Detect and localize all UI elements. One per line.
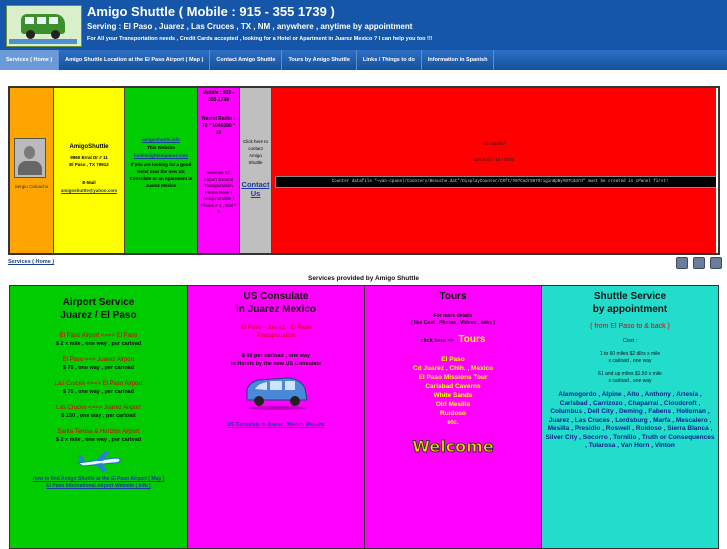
pdf-icon[interactable] xyxy=(676,257,688,269)
minivan-icon xyxy=(246,377,308,410)
consulate-title-2: in Juarez Mexico xyxy=(235,304,317,315)
shuttle-rate-2a: 61 and up miles $1.50 x mile xyxy=(598,371,662,377)
shuttle-rate-1b: x carload , one way xyxy=(608,358,652,364)
shuttle-title-2: by appointment xyxy=(592,304,668,315)
site-header: Amigo Shuttle ( Mobile : 915 - 355 1739 … xyxy=(0,0,727,50)
shuttle-cities: Alamogordo , Alpine , Alto , Anthony , A… xyxy=(545,391,715,449)
nav-tours[interactable]: Tours by Amigo Shuttle xyxy=(282,50,357,70)
site-link[interactable]: amigoshuttle.info xyxy=(125,137,197,142)
contact-us-link[interactable]: Contact Us xyxy=(241,180,270,198)
tours-details-1: For more details xyxy=(433,313,473,319)
shuttle-service-column: Shuttle Service by appointment ( from El… xyxy=(542,286,718,548)
services-heading: Services provided by Amigo Shuttle xyxy=(307,275,419,282)
nav-contact[interactable]: Contact Amigo Shuttle xyxy=(210,50,283,70)
nav-services-home[interactable]: Services ( Home ) xyxy=(0,50,60,70)
consulate-title-1: US Consulate xyxy=(243,291,309,302)
photo-cell: Sergio Camacho xyxy=(10,88,54,253)
hit-counter-error: Counter datafile "~van-cpanel/Counters/B… xyxy=(275,176,716,188)
airport-route: El Paso Airport <==> El Paso xyxy=(59,333,138,339)
tour-place: El Paso xyxy=(441,356,465,363)
airport-title-1: Airport Service xyxy=(62,297,135,308)
website-cell: amigoshuttle.info This Website hotelsnig… xyxy=(125,88,198,253)
nav-spanish[interactable]: Information in Spanish xyxy=(422,50,495,70)
tours-link[interactable]: Tours xyxy=(458,334,485,345)
contact-cell: Click here to contact Amigo Shuttle Cont… xyxy=(240,88,272,253)
airport-route: Las Cruces <==> El Paso Airport xyxy=(54,381,143,387)
van-icon xyxy=(21,14,65,39)
airport-price: $ 2 x mile , one way , per carload xyxy=(55,341,142,347)
welcome-graphic: Welcome xyxy=(412,437,494,457)
site-title: Amigo Shuttle ( Mobile : 915 - 355 1739 … xyxy=(87,4,335,19)
airport-route: Santa Teresa & Horizon Airport xyxy=(57,429,140,435)
logo-van-image xyxy=(6,5,82,47)
hit-counter-since: Since 01 / 10 / 2009 xyxy=(473,157,515,162)
consulate-route-1: El Paso - Juarez - El Paso xyxy=(240,325,312,331)
breadcrumb[interactable]: Services ( Home ) xyxy=(8,259,54,265)
tagline-text: For All your Transportation needs , Cred… xyxy=(87,36,433,42)
nav-airport-location[interactable]: Amigo Shuttle Location at the El Paso Ai… xyxy=(59,50,211,70)
consulate-price-1: $ 60 per carload , one way xyxy=(241,353,311,359)
airport-price: $ 150 , one way , per carload xyxy=(61,413,136,419)
print-icon[interactable] xyxy=(693,257,705,269)
serving-text: Serving : El Paso , Juarez , Las Cruces … xyxy=(87,22,413,31)
shuttle-cost-label: Cost : xyxy=(622,338,638,344)
services-table: Airport Service Juarez / El Paso El Paso… xyxy=(9,285,719,549)
consulate-price-2: to Hotels by the new US Consulate xyxy=(230,361,322,367)
contact-banner: Sergio Camacho AmigoShuttle 9960 Erral D… xyxy=(8,86,720,255)
airport-service-column: Airport Service Juarez / El Paso El Paso… xyxy=(10,286,188,548)
consulate-website-link[interactable]: US Consulate in Juarez , Mexico Website xyxy=(188,422,364,429)
counter-cell: Hit Counter Since 01 / 10 / 2009 Counter… xyxy=(272,88,716,253)
airport-route: Las Cruces <==> Juarez Airport xyxy=(56,405,141,411)
address-line1: 9960 Erral Dr # 11 xyxy=(70,155,108,160)
nextel-number: Nextel Radio : 72 * 1046390 * 10 xyxy=(201,116,236,136)
nav-links[interactable]: Links / Things to do xyxy=(357,50,422,70)
tours-column: Tours For more details ( like Cost , Pho… xyxy=(365,286,542,548)
tour-place: Cd Juarez , Chih. , Mexico xyxy=(412,365,494,372)
airplane-icon xyxy=(76,451,121,472)
page-tools xyxy=(676,257,722,269)
shuttle-rate-2b: x carload , one way xyxy=(608,378,652,384)
mobile-number: Mobile : 915 - 355 1739 xyxy=(202,90,235,103)
airport-phone-text: Services Inf. Airport Ground Transportat… xyxy=(200,170,237,214)
airport-price: $ 75 , one way , per carload xyxy=(62,365,135,371)
shuttle-title-1: Shuttle Service xyxy=(593,291,667,302)
airport-price: $ 75 , one way , per carload xyxy=(62,389,135,395)
address-cell: AmigoShuttle 9960 Erral Dr # 11 El Paso … xyxy=(54,88,125,253)
email-link[interactable]: amigoshuttle@yahoo.com xyxy=(54,188,124,193)
tour-place: Ruidoso xyxy=(440,410,466,417)
email-icon[interactable] xyxy=(710,257,722,269)
tour-place: El Paso Missions Tour xyxy=(418,374,488,381)
airport-price: $ 2 x mile , one way , per carload xyxy=(55,437,142,443)
airport-website-link[interactable]: El Paso International Airport Website ( … xyxy=(10,483,187,490)
email-label: E-Mail xyxy=(82,180,96,185)
hit-counter-title: Hit Counter xyxy=(482,141,506,146)
tour-place: Carlsbad Caverns xyxy=(425,383,481,390)
airport-map-link[interactable]: How to find Amigo Shuttle at the El Paso… xyxy=(10,476,187,483)
hotel-link[interactable]: hotelsnightsinjuarez.com xyxy=(125,153,197,158)
main-nav: Services ( Home ) Amigo Shuttle Location… xyxy=(0,50,727,70)
shuttle-rate-1a: 1 to 60 miles $2 dllrs x mile xyxy=(599,351,661,357)
tour-place: Old Mesilla xyxy=(435,401,471,408)
address-line2: El Paso , TX 79912 xyxy=(69,162,109,167)
airport-route: El Paso ==> Juarez Airport xyxy=(62,357,135,363)
consulate-service-column: US Consulate in Juarez Mexico El Paso - … xyxy=(188,286,365,548)
company-name: AmigoShuttle xyxy=(69,144,109,150)
phone-cell: Mobile : 915 - 355 1739 Nextel Radio : 7… xyxy=(198,88,240,253)
person-name: Sergio Camacho xyxy=(14,184,49,189)
tours-title: Tours xyxy=(439,291,467,302)
contact-text: Click here to contact Amigo Shuttle xyxy=(242,139,268,165)
site-text: This Website xyxy=(147,145,175,150)
hotel-text: If you are looking for a good Hotel near… xyxy=(129,162,193,188)
tours-click-here: click here => xyxy=(420,338,454,344)
tour-place: White Sands xyxy=(433,392,473,399)
consulate-route-2: Transportation xyxy=(256,333,296,339)
person-photo xyxy=(14,138,46,178)
tour-place: etc. xyxy=(447,419,459,426)
shuttle-from: ( from El Paso to & back ) xyxy=(590,323,670,330)
airport-title-2: Juarez / El Paso xyxy=(60,310,137,321)
tours-details-2: ( like Cost , Photos , Videos , links ) xyxy=(410,320,496,326)
